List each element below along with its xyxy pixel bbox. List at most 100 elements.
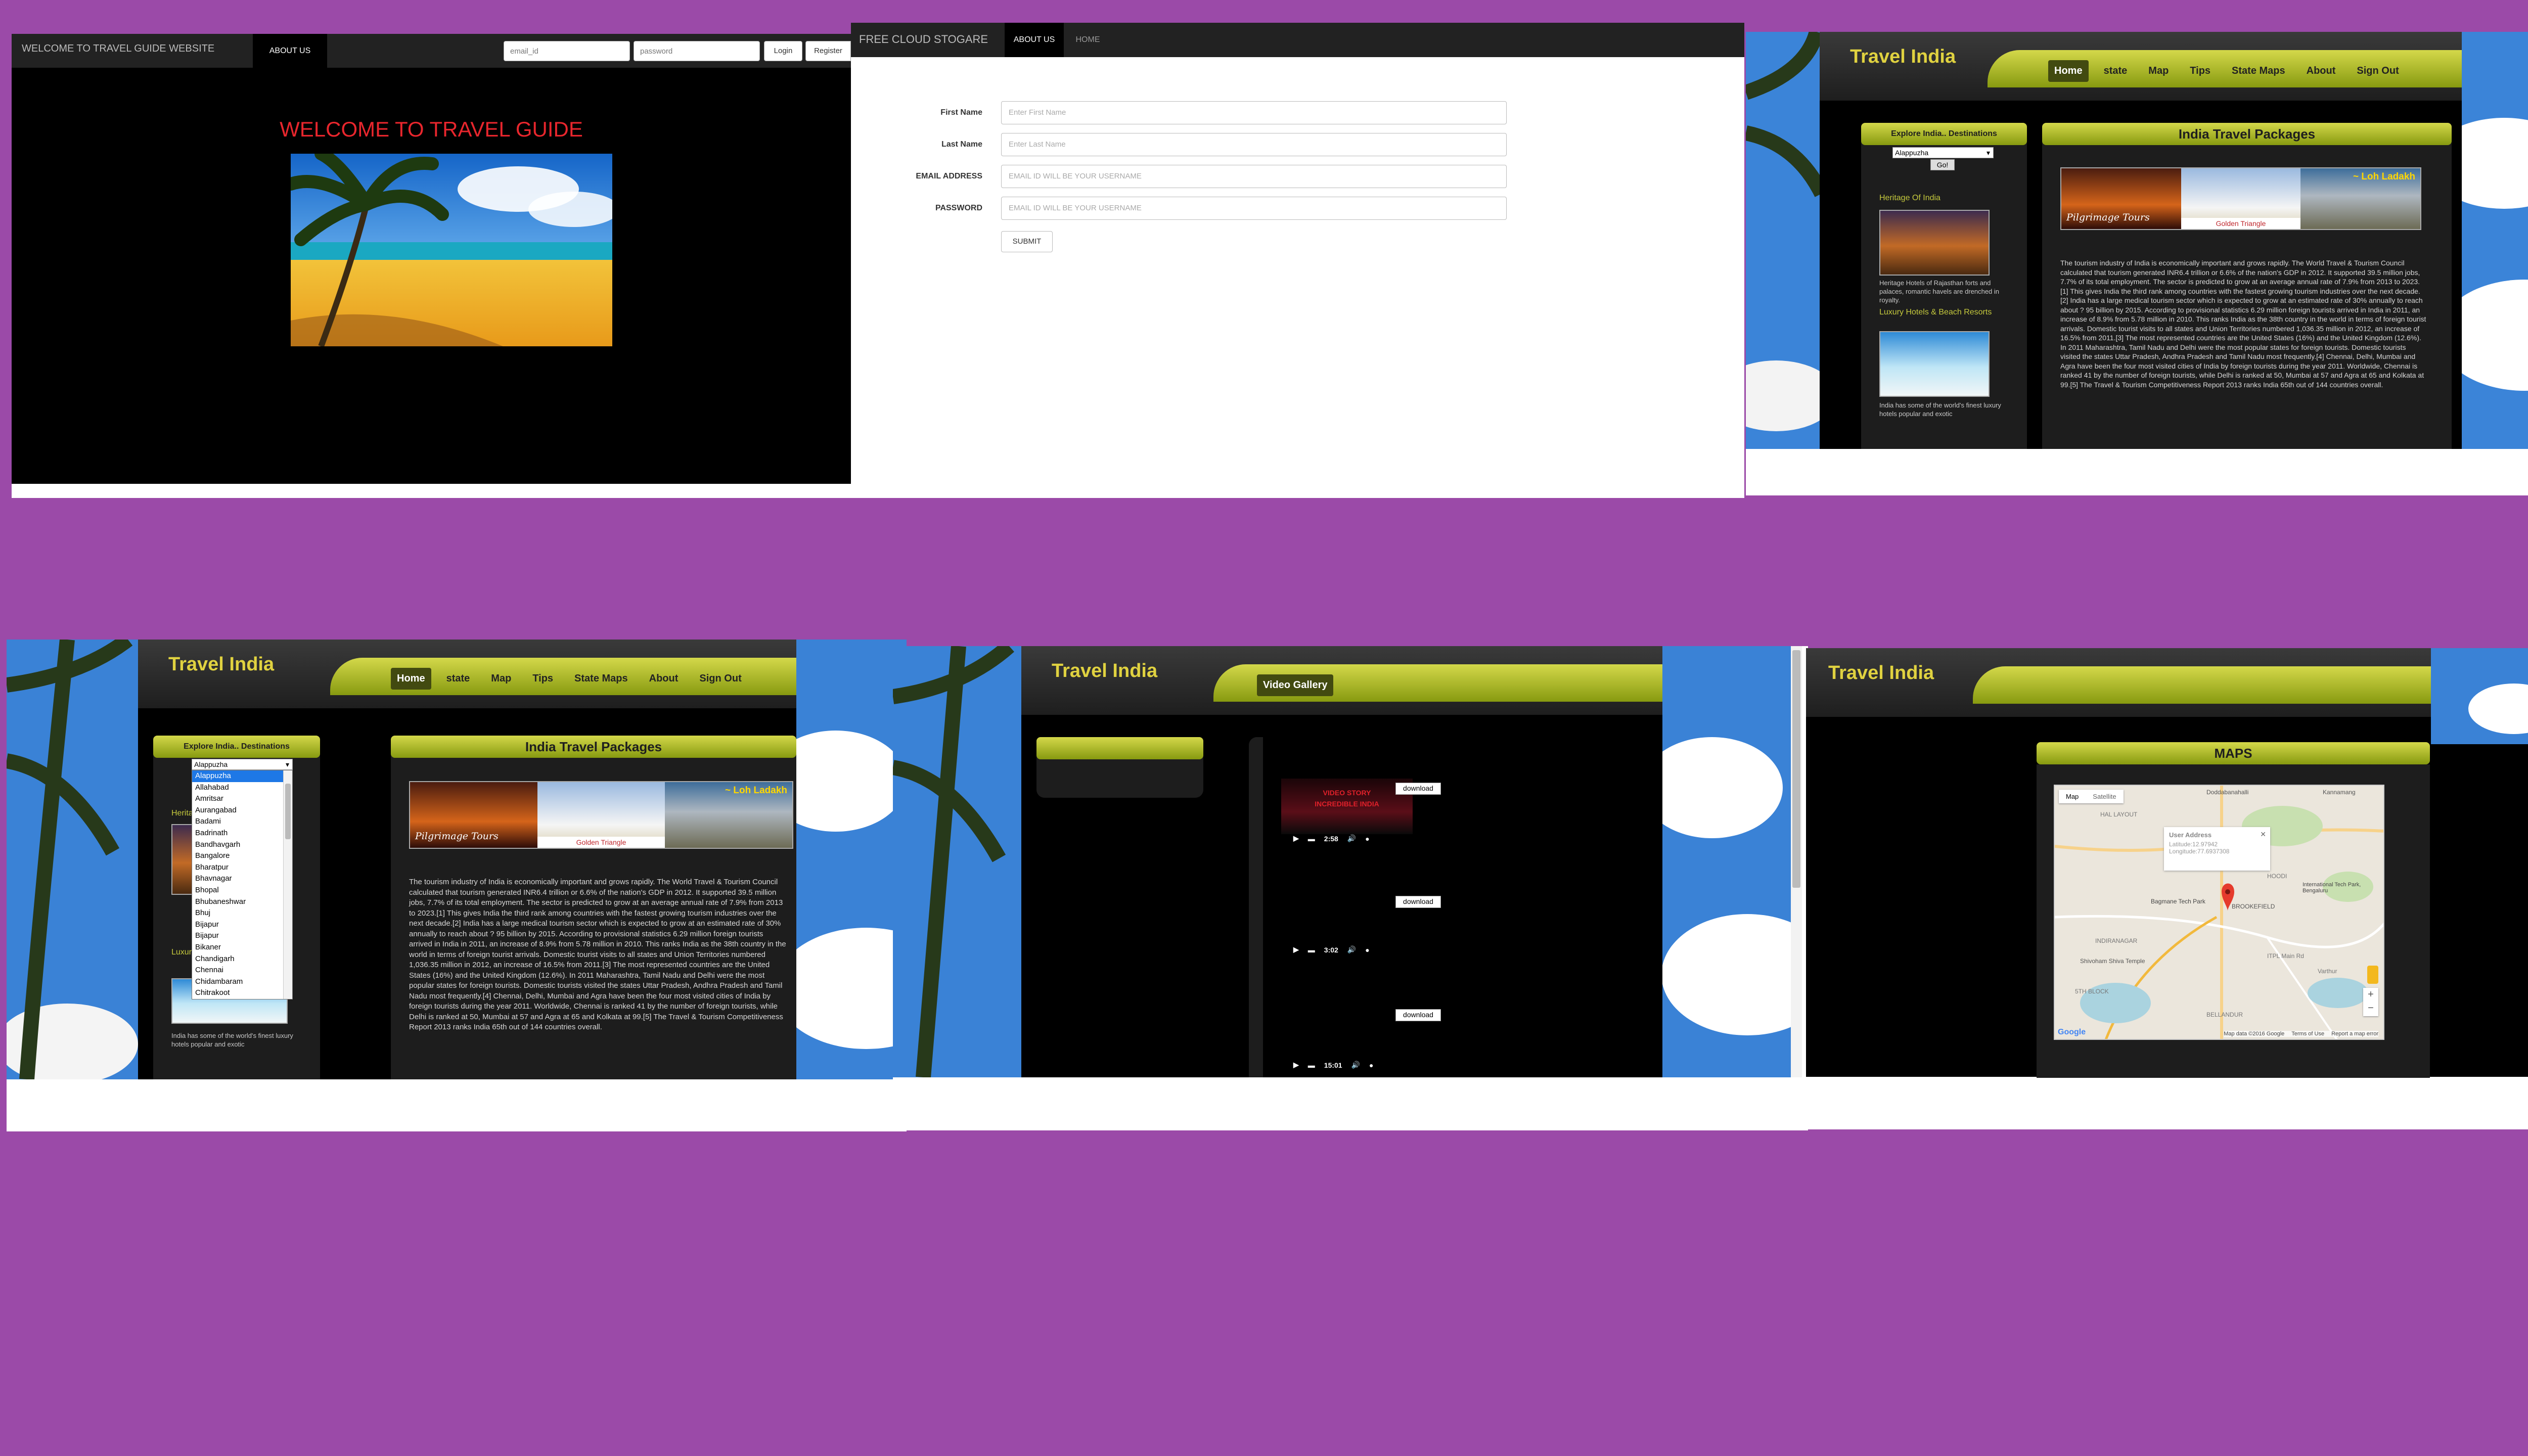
google-map[interactable]: Map Satellite User Address Latitude:12.9… [2054,785,2384,1040]
zoom-out-icon[interactable]: − [2363,1002,2378,1015]
dropdown-option[interactable]: Allahabad [192,782,292,794]
dropdown-option[interactable]: Badrinath [192,828,292,839]
settings-icon[interactable]: ● [1365,835,1369,843]
video-gallery-window: Travel India Video Gallery VIDEO STORY I… [893,646,1808,1130]
nav-state[interactable]: state [2098,60,2134,82]
dropdown-option[interactable]: Chandigarh [192,953,292,965]
report-error-link[interactable]: Report a map error [2331,1031,2378,1037]
dropdown-option[interactable]: Aurangabad [192,805,292,816]
video-duration: 3:02 [1324,945,1338,954]
site-title: Travel India [1850,46,1956,67]
heritage-image [1879,210,1990,276]
password-input[interactable] [634,41,760,61]
dropdown-option[interactable]: Bhavnagar [192,873,292,885]
download-button[interactable]: download [1395,783,1441,795]
place-label: International Tech Park, Bengaluru [2303,882,2361,894]
map-canvas[interactable] [2055,786,2384,1040]
volume-icon[interactable]: 🔊 [1347,945,1356,954]
terms-link[interactable]: Terms of Use [2291,1031,2324,1037]
volume-icon[interactable]: 🔊 [1347,834,1356,843]
nav-home[interactable]: Home [2048,60,2089,82]
nav-sign-out[interactable]: Sign Out [693,668,747,690]
tourism-paragraph: The tourism industry of India is economi… [2060,259,2426,389]
heritage-title[interactable]: Heritage Of India [1879,194,1940,203]
download-button[interactable]: download [1395,1009,1441,1021]
scrollbar-thumb[interactable] [1792,650,1800,888]
nav-tips[interactable]: Tips [2184,60,2217,82]
play-icon[interactable]: ▶ [1293,945,1299,954]
dropdown-option[interactable]: Bhubaneshwar [192,896,292,908]
main-content: India Travel Packages Pilgrimage Tours G… [2042,123,2452,449]
play-icon[interactable]: ▶ [1293,834,1299,843]
nav-bar: Video Gallery [1213,664,1662,702]
brand[interactable]: WELCOME TO TRAVEL GUIDE WEBSITE [22,43,214,55]
dropdown-option[interactable]: Chidambaram [192,976,292,988]
nav-state-maps[interactable]: State Maps [2226,60,2291,82]
nav-about[interactable]: About [2300,60,2342,82]
fullscreen-icon[interactable]: ▬ [1308,835,1315,843]
submit-button[interactable]: SUBMIT [1001,231,1053,252]
go-button[interactable]: Go! [1930,159,1955,170]
settings-icon[interactable]: ● [1365,946,1369,954]
luxury-text: India has some of the world's finest lux… [171,1032,293,1048]
cloud-storage-window: FREE CLOUD STOGARE ABOUT US HOME First N… [851,23,1744,498]
dropdown-option[interactable]: Alappuzha [192,770,292,782]
map-tab[interactable]: Map [2059,790,2086,803]
nav-state[interactable]: state [440,668,476,690]
play-icon[interactable]: ▶ [1293,1061,1299,1069]
close-icon[interactable]: ✕ [2260,830,2266,839]
fullscreen-icon[interactable]: ▬ [1308,1061,1315,1069]
email-input[interactable] [504,41,630,61]
dropdown-option[interactable]: Amritsar [192,793,292,805]
chevron-down-icon: ▾ [285,760,289,768]
about-us-link[interactable]: ABOUT US [253,34,327,68]
zoom-in-icon[interactable]: + [2363,988,2378,1002]
dropdown-option[interactable]: Bhopal [192,885,292,896]
dropdown-option[interactable]: Bangalore [192,850,292,862]
maps-window: Travel India MAPS Map Satellite User Add… [1806,648,2528,1129]
dropdown-scrollbar[interactable] [283,770,292,999]
packages-title: India Travel Packages [391,736,796,758]
brand[interactable]: FREE CLOUD STOGARE [859,33,988,46]
dropdown-option[interactable]: Chitrakoot [192,987,292,999]
nav-about[interactable]: About [643,668,685,690]
dropdown-option[interactable]: Bijapur [192,930,292,942]
first-name-input[interactable]: Enter First Name [1001,101,1507,124]
login-button[interactable]: Login [764,41,802,61]
nav-tips[interactable]: Tips [526,668,559,690]
dropdown-option[interactable]: Bharatpur [192,862,292,874]
register-button[interactable]: Register [805,41,851,61]
email-address-input[interactable]: EMAIL ID WILL BE YOUR USERNAME [1001,165,1507,188]
scrollbar[interactable] [1791,646,1802,1077]
nav-state-maps[interactable]: State Maps [568,668,634,690]
password-input[interactable]: EMAIL ID WILL BE YOUR USERNAME [1001,197,1507,220]
dropdown-scrollbar-thumb[interactable] [285,784,291,839]
dropdown-option[interactable]: Bandhavgarh [192,839,292,851]
main-content: India Travel Packages Pilgrimage Tours G… [391,736,796,1079]
fullscreen-icon[interactable]: ▬ [1308,946,1315,954]
destination-dropdown-list[interactable]: Alappuzha Allahabad Amritsar Aurangabad … [192,770,293,999]
settings-icon[interactable]: ● [1369,1061,1373,1069]
nav-home[interactable]: Home [391,668,431,690]
dropdown-option[interactable]: Bikaner [192,942,292,953]
luxury-title[interactable]: Luxury Hotels & Beach Resorts [1879,308,2001,317]
nav-map[interactable]: Map [485,668,517,690]
nav-sign-out[interactable]: Sign Out [2351,60,2405,82]
dropdown-option[interactable]: Bhuj [192,907,292,919]
about-us-link[interactable]: ABOUT US [1005,23,1064,57]
nav-map[interactable]: Map [2142,60,2175,82]
street-view-icon[interactable] [2367,966,2378,984]
dropdown-option[interactable]: Bijapur [192,919,292,931]
download-button[interactable]: download [1395,896,1441,908]
last-name-input[interactable]: Enter Last Name [1001,133,1507,156]
last-name-label: Last Name [941,140,982,149]
satellite-tab[interactable]: Satellite [2086,790,2123,803]
luxury-image [1879,331,1990,397]
dropdown-option[interactable]: Badami [192,816,292,828]
home-link[interactable]: HOME [1064,23,1112,57]
nav-video-gallery[interactable]: Video Gallery [1257,674,1334,696]
dropdown-option[interactable]: Chennai [192,965,292,976]
destination-select[interactable]: Alappuzha ▾ [1892,147,1994,158]
volume-icon[interactable]: 🔊 [1351,1061,1360,1069]
destination-select[interactable]: Alappuzha ▾ [192,759,293,770]
